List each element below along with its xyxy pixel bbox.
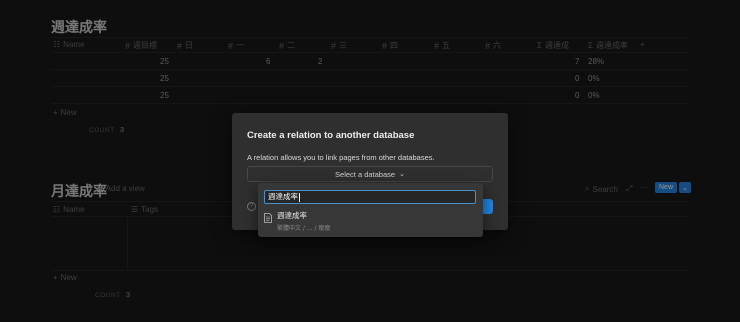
help-icon[interactable]: ? — [247, 202, 256, 211]
select-database-button[interactable]: Select a database ⌄ — [247, 166, 493, 182]
result-title: 週達成率 — [277, 211, 307, 220]
page-icon — [264, 213, 272, 223]
dialog-title: Create a relation to another database — [247, 130, 415, 141]
dialog-description: A relation allows you to link pages from… — [247, 153, 435, 162]
database-search-dropdown: 週達成率 週達成率 繁體中文 / ... / 瘦瘦 — [258, 183, 483, 237]
chevron-down-icon: ⌄ — [399, 171, 405, 178]
result-path: 繁體中文 / ... / 瘦瘦 — [277, 225, 331, 232]
database-search-input[interactable]: 週達成率 — [264, 190, 476, 204]
database-result-item[interactable]: 週達成率 繁體中文 / ... / 瘦瘦 — [264, 210, 476, 232]
